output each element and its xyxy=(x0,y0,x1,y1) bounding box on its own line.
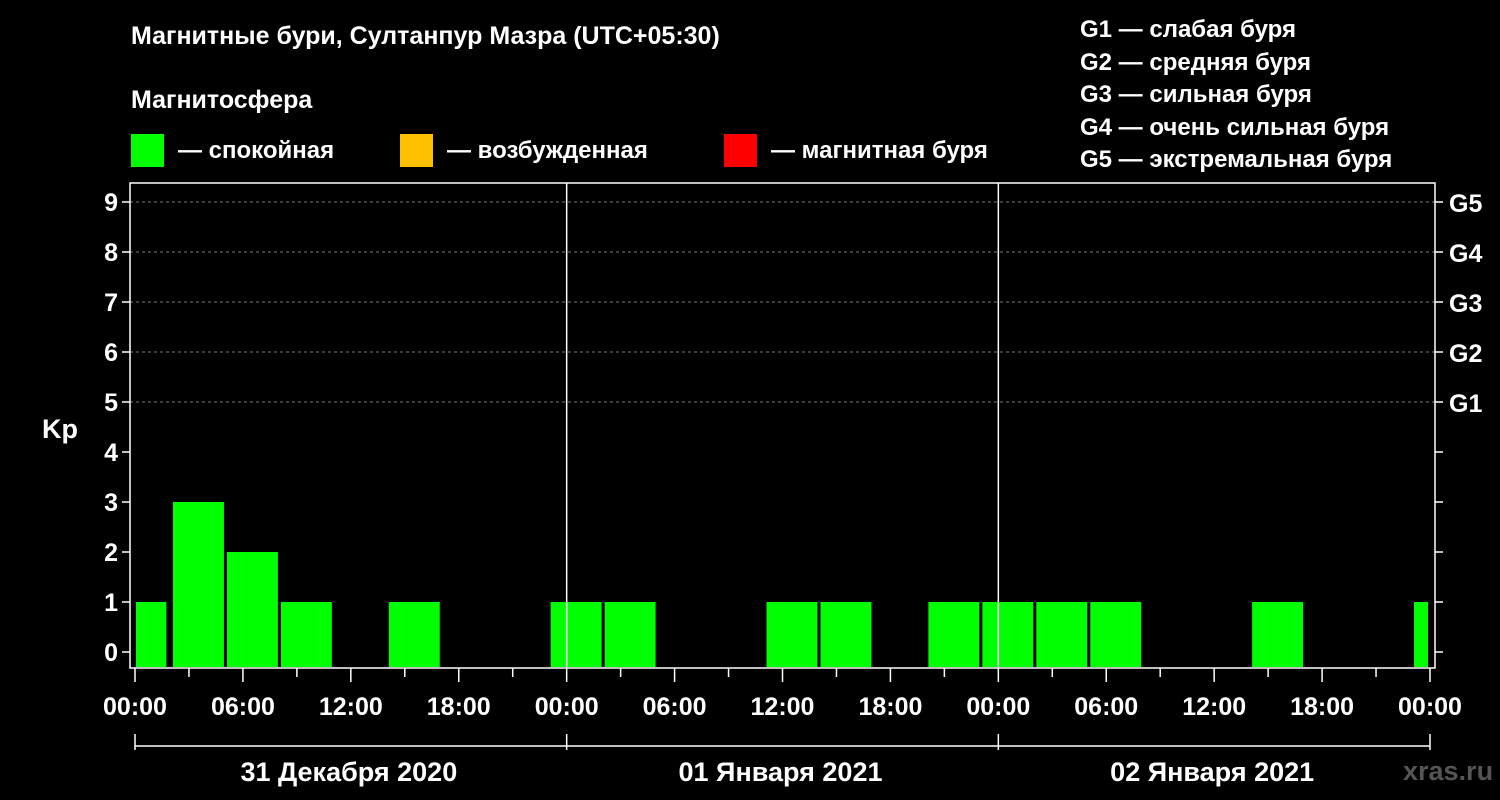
y2-tick-label-g2: G2 xyxy=(1449,340,1482,368)
kp-bar-17 xyxy=(1036,602,1088,667)
x-tick-label-9: 06:00 xyxy=(1074,693,1138,721)
y-tick-label-3: 3 xyxy=(104,489,118,517)
y2-tick-label-g5: G5 xyxy=(1449,190,1482,218)
x-tick-label-1: 06:00 xyxy=(211,693,275,721)
kp-bar-21 xyxy=(1252,602,1304,667)
y2-tick-label-g3: G3 xyxy=(1449,290,1482,318)
day-label-2: 02 Января 2021 xyxy=(1110,757,1314,787)
x-tick-label-5: 06:00 xyxy=(643,693,707,721)
kp-bar-12 xyxy=(766,602,818,667)
kp-bar-13 xyxy=(820,602,872,667)
y-tick-label-6: 6 xyxy=(104,339,118,367)
y2-tick-label-g4: G4 xyxy=(1449,240,1482,268)
kp-bar-5 xyxy=(388,602,440,667)
kp-bar-16 xyxy=(982,602,1034,667)
x-tick-label-3: 18:00 xyxy=(427,693,491,721)
y-tick-label-4: 4 xyxy=(104,439,118,467)
x-tick-label-12: 00:00 xyxy=(1398,693,1462,721)
kp-bar-24 xyxy=(1414,602,1428,667)
y-tick-label-2: 2 xyxy=(104,539,118,567)
x-tick-label-2: 12:00 xyxy=(319,693,383,721)
kp-bar-3 xyxy=(280,602,332,667)
kp-bar-9 xyxy=(604,602,656,667)
kp-bar-1 xyxy=(172,502,224,667)
y-tick-label-5: 5 xyxy=(104,389,118,417)
x-tick-label-6: 12:00 xyxy=(751,693,815,721)
kp-bar-15 xyxy=(928,602,980,667)
x-tick-label-0: 00:00 xyxy=(103,693,167,721)
x-tick-label-4: 00:00 xyxy=(535,693,599,721)
y-tick-label-1: 1 xyxy=(104,589,118,617)
y-tick-label-8: 8 xyxy=(104,239,118,267)
kp-bar-8 xyxy=(550,602,602,667)
y-tick-label-0: 0 xyxy=(104,639,118,667)
kp-bar-2 xyxy=(226,552,278,667)
y-tick-label-9: 9 xyxy=(104,189,118,217)
y2-tick-label-g1: G1 xyxy=(1449,390,1482,418)
kp-bar-0 xyxy=(136,602,167,667)
y-tick-label-7: 7 xyxy=(104,289,118,317)
day-label-1: 01 Января 2021 xyxy=(679,757,883,787)
watermark: xras.ru xyxy=(1403,756,1494,786)
plot-frame xyxy=(129,182,1436,669)
kp-bar-18 xyxy=(1090,602,1142,667)
day-label-0: 31 Декабря 2020 xyxy=(240,757,457,787)
x-tick-label-7: 18:00 xyxy=(858,693,922,721)
kp-index-chart: 0 1 2 3 4 5 6 7 8 9 G1 G2 G3 G4 G5 00:00 06:00 12:00 18:00… xyxy=(103,182,1482,787)
x-tick-label-10: 12:00 xyxy=(1182,693,1246,721)
x-tick-label-8: 00:00 xyxy=(966,693,1030,721)
x-tick-label-11: 18:00 xyxy=(1290,693,1354,721)
